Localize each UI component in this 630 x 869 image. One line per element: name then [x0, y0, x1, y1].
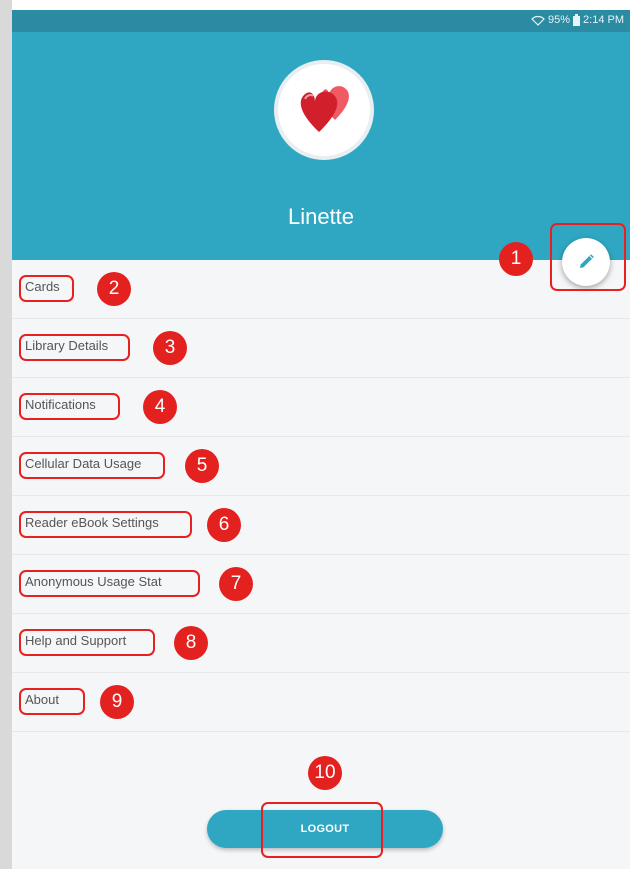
menu-item-about[interactable]: About 9	[12, 673, 630, 732]
step-marker: 6	[207, 508, 241, 542]
step-marker: 7	[219, 567, 253, 601]
highlight-box-edit	[550, 223, 626, 291]
highlight-box	[19, 688, 85, 715]
hearts-icon	[300, 86, 349, 132]
step-marker-logout: 10	[308, 756, 342, 790]
highlight-box	[19, 511, 192, 538]
highlight-box	[19, 452, 165, 479]
left-edge	[0, 0, 12, 869]
clock: 2:14 PM	[583, 14, 624, 26]
menu-item-cellular-data-usage[interactable]: Cellular Data Usage 5	[12, 437, 630, 496]
highlight-box	[19, 334, 130, 361]
avatar	[274, 60, 374, 160]
profile-name: Linette	[287, 204, 355, 229]
wifi-icon	[531, 15, 545, 26]
status-right: 95% 2:14 PM	[531, 14, 624, 26]
highlight-box	[19, 393, 120, 420]
menu-item-cards[interactable]: Cards 2	[12, 260, 630, 319]
step-marker-edit: 1	[499, 242, 533, 276]
step-marker: 8	[174, 626, 208, 660]
status-bar: 95% 2:14 PM	[12, 10, 630, 32]
menu-item-anonymous-usage-stat[interactable]: Anonymous Usage Stat 7	[12, 555, 630, 614]
battery-icon	[573, 14, 581, 26]
app-screen: 95% 2:14 PM Linette Cards 2 Library Deta…	[12, 10, 630, 869]
highlight-box-logout	[261, 802, 383, 858]
step-marker: 3	[153, 331, 187, 365]
settings-menu: Cards 2 Library Details 3 Notifications …	[12, 260, 630, 732]
highlight-box	[19, 275, 74, 302]
step-marker: 4	[143, 390, 177, 424]
menu-item-library-details[interactable]: Library Details 3	[12, 319, 630, 378]
step-marker: 9	[100, 685, 134, 719]
battery-percent: 95%	[548, 14, 571, 26]
profile-header: Linette	[12, 32, 630, 260]
highlight-box	[19, 629, 155, 656]
highlight-box	[19, 570, 200, 597]
step-marker: 2	[97, 272, 131, 306]
menu-item-help-and-support[interactable]: Help and Support 8	[12, 614, 630, 673]
step-marker: 5	[185, 449, 219, 483]
menu-item-notifications[interactable]: Notifications 4	[12, 378, 630, 437]
menu-item-reader-ebook-settings[interactable]: Reader eBook Settings 6	[12, 496, 630, 555]
